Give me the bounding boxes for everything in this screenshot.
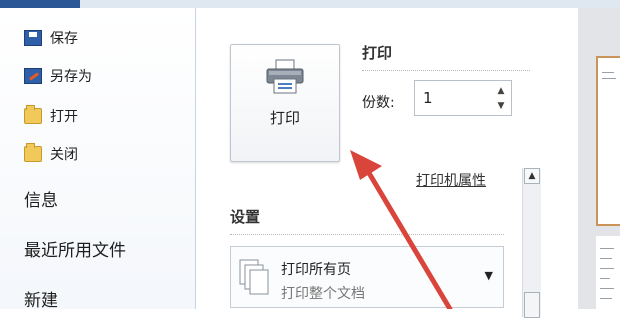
settings-title: 设置 [230, 208, 261, 226]
nav-save-label: 保存 [50, 31, 78, 47]
file-tab[interactable] [0, 0, 80, 8]
spin-up-icon[interactable]: ▲ [493, 84, 509, 98]
print-range-dropdown[interactable]: 打印所有页 打印整个文档 ▼ [230, 246, 504, 308]
printer-icon [266, 59, 304, 94]
scroll-up-icon[interactable]: ▲ [524, 168, 540, 184]
nav-recent[interactable]: 最近所用文件 [24, 236, 126, 261]
open-folder-icon [24, 105, 42, 124]
printer-properties-link[interactable]: 打印机属性 [416, 170, 486, 190]
print-button-label: 打印 [269, 109, 300, 127]
copies-input[interactable]: 1 ▲ ▼ [414, 80, 512, 116]
chevron-down-icon: ▼ [484, 269, 493, 282]
nav-new[interactable]: 新建 [24, 286, 58, 311]
title-strip [0, 0, 620, 8]
print-panel: 打印 打印 份数: 1 ▲ ▼ 打印机属性 设置 打印所有页 打印整个文档 ▼ … [196, 8, 576, 318]
text-line [600, 258, 612, 259]
nav-open[interactable]: 打开 [24, 105, 78, 126]
pages-icon [239, 259, 269, 295]
settings-scrollbar[interactable]: ▲ [522, 168, 541, 318]
text-line [600, 248, 614, 249]
dropdown-sub-text: 打印整个文档 [281, 286, 365, 302]
print-preview [578, 8, 620, 317]
nav-close[interactable]: 关闭 [24, 143, 78, 164]
print-section-title: 打印 [362, 44, 393, 62]
text-line [602, 72, 614, 73]
text-line [602, 78, 616, 79]
divider [230, 234, 504, 235]
save-as-icon [24, 68, 42, 84]
text-line [600, 278, 610, 279]
copies-label: 份数: [362, 95, 395, 111]
preview-page [596, 56, 620, 226]
nav-save-as-label: 另存为 [50, 69, 92, 85]
copies-value: 1 [423, 89, 433, 107]
spin-down-icon[interactable]: ▼ [493, 99, 509, 113]
print-button[interactable]: 打印 [230, 44, 340, 162]
text-line [600, 298, 612, 299]
save-icon [24, 30, 42, 46]
text-line [600, 288, 614, 289]
nav-save[interactable]: 保存 [24, 28, 78, 48]
dropdown-main-text: 打印所有页 [281, 262, 351, 278]
nav-info[interactable]: 信息 [24, 186, 58, 211]
text-line [600, 268, 614, 269]
divider [362, 70, 530, 71]
nav-close-label: 关闭 [50, 147, 78, 163]
close-folder-icon [24, 143, 42, 162]
nav-save-as[interactable]: 另存为 [24, 66, 92, 86]
scroll-thumb[interactable] [524, 292, 540, 318]
backstage-nav: 保存 另存为 打开 关闭 信息 最近所用文件 新建 [0, 8, 196, 311]
preview-page [596, 236, 620, 317]
nav-open-label: 打开 [50, 109, 78, 125]
